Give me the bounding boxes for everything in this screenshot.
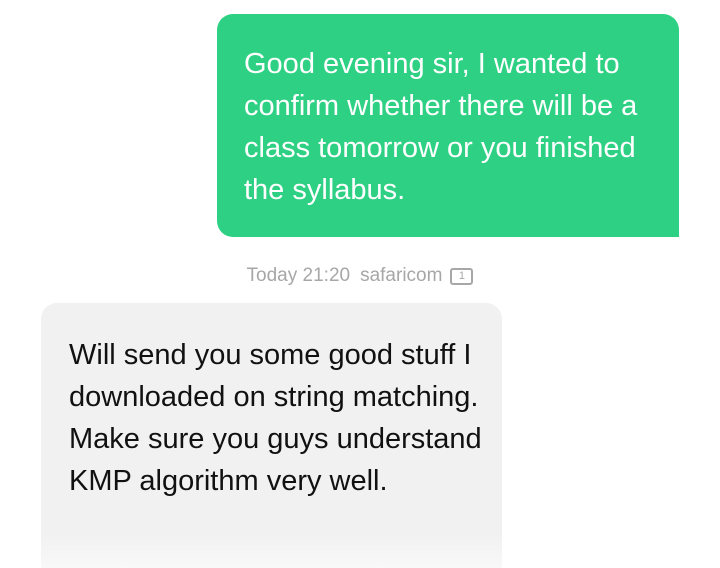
received-message-bubble[interactable]: Will send you some good stuff I download…: [41, 303, 502, 568]
sim-slot-number: 1: [458, 270, 465, 282]
message-timestamp: Today 21:20: [246, 265, 351, 286]
sim-card-icon: 1: [450, 268, 474, 285]
conversation-thread[interactable]: Good evening sir, I wanted to confirm wh…: [0, 0, 720, 568]
received-message-text: Will send you some good stuff I download…: [69, 339, 482, 497]
sent-message-text: Good evening sir, I wanted to confirm wh…: [244, 48, 638, 206]
carrier-name: safaricom: [360, 265, 443, 286]
message-timestamp-row: Today 21:20 safaricom 1: [0, 263, 720, 289]
sent-message-bubble[interactable]: Good evening sir, I wanted to confirm wh…: [217, 14, 679, 237]
